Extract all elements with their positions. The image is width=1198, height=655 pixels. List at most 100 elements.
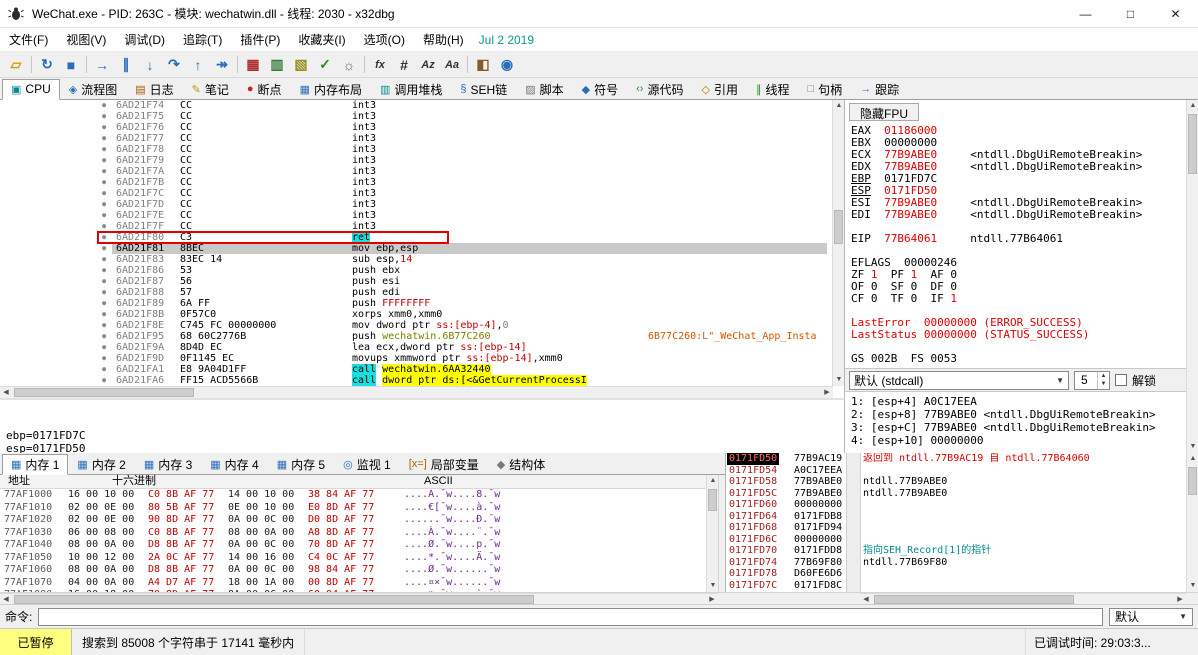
breakpoint-dot[interactable]: ● — [102, 122, 106, 133]
patches-icon[interactable]: ▧ — [289, 54, 313, 76]
scroll-thumb[interactable] — [1188, 467, 1197, 495]
disasm-row[interactable]: ●6AD21F79CCint3 — [0, 155, 833, 166]
register-line[interactable]: EDI 77B9ABE0 <ntdll.DbgUiRemoteBreakin> — [851, 209, 1185, 221]
assemble-icon[interactable]: Aa — [440, 54, 464, 76]
memory-map-icon[interactable]: ▥ — [265, 54, 289, 76]
minimize-button[interactable]: — — [1063, 0, 1108, 28]
breakpoint-dot[interactable]: ● — [102, 298, 106, 309]
breakpoint-dot[interactable]: ● — [102, 364, 106, 375]
fx-icon[interactable]: fx — [368, 54, 392, 76]
argument-line[interactable]: 4: [esp+10] 00000000 — [851, 434, 1180, 447]
scroll-thumb[interactable] — [1188, 114, 1197, 174]
dump-row[interactable]: 77AF102002 00 0E 0090 8D AF 770A 00 0C 0… — [0, 514, 706, 527]
tab-graph[interactable]: ◈流程图 — [60, 79, 126, 100]
breakpoint-dot[interactable]: ● — [102, 188, 106, 199]
disasm-row[interactable]: ●6AD21F7ACCint3 — [0, 166, 833, 177]
argument-line[interactable]: 1: [esp+4] A0C17EEA — [851, 395, 1180, 408]
unlock-checkbox[interactable] — [1115, 374, 1127, 386]
detach-icon[interactable]: ◧ — [471, 54, 495, 76]
disasm-row[interactable]: ●6AD21F8EC745 FC 00000000mov dword ptr s… — [0, 320, 833, 331]
breakpoint-dot[interactable]: ● — [102, 276, 106, 287]
disasm-row[interactable]: ●6AD21F75CCint3 — [0, 111, 833, 122]
disasm-row[interactable]: ●6AD21F80C3ret — [0, 232, 833, 243]
stack-row[interactable]: 0171FD6C00000000 — [726, 534, 1187, 546]
tab-watch-1[interactable]: ◎监视 1 — [334, 454, 400, 475]
stack-row[interactable]: 0171FD54A0C17EEA — [726, 465, 1187, 477]
scroll-thumb[interactable] — [834, 210, 843, 244]
stack-pane[interactable]: 0171FD5077B9AC19返回到 ntdll.77B9AC19 自 ntd… — [725, 453, 1198, 592]
step-into-icon[interactable]: ↓ — [138, 54, 162, 76]
stack-row[interactable]: 0171FD5877B9ABE0ntdll.77B9ABE0 — [726, 476, 1187, 488]
stack-row[interactable]: 0171FD640171FDB8 — [726, 511, 1187, 523]
disasm-row[interactable]: ●6AD21F896A FFpush FFFFFFFF — [0, 298, 833, 309]
registers-vertical-scrollbar[interactable]: ▲ ▼ — [1186, 100, 1198, 453]
scroll-down-icon[interactable]: ▼ — [1187, 441, 1198, 453]
breakpoint-dot[interactable]: ● — [102, 199, 106, 210]
close-button[interactable]: ✕ — [1153, 0, 1198, 28]
register-line[interactable]: EIP 77B64061 ntdll.77B64061 — [851, 233, 1185, 245]
dump-row[interactable]: 77AF105010 00 12 002A 0C AF 7714 00 16 0… — [0, 552, 706, 565]
tab-references[interactable]: ◇引用 — [692, 79, 746, 100]
pane-splitter[interactable] — [718, 475, 725, 592]
tab-trace[interactable]: →跟踪 — [851, 79, 908, 100]
disasm-row[interactable]: ●6AD21F74CCint3 — [0, 100, 833, 111]
breakpoint-dot[interactable]: ● — [102, 144, 106, 155]
open-file-icon[interactable]: ▱ — [4, 54, 28, 76]
breakpoint-dot[interactable]: ● — [102, 353, 106, 364]
breakpoint-dot[interactable]: ● — [102, 133, 106, 144]
pause-icon[interactable]: ∥ — [114, 54, 138, 76]
tab-seh-chain[interactable]: §SEH链 — [451, 79, 516, 100]
stop-icon[interactable]: ■ — [59, 54, 83, 76]
scroll-down-icon[interactable]: ▼ — [833, 374, 845, 386]
step-over-icon[interactable]: ↷ — [162, 54, 186, 76]
breakpoint-dot[interactable]: ● — [102, 254, 106, 265]
stack-vertical-scrollbar[interactable]: ▲ ▼ — [1186, 453, 1198, 592]
calling-convention-select[interactable]: 默认 (stdcall) ▼ — [849, 371, 1069, 390]
dump-row[interactable]: 77AF101002 00 0E 0080 5B AF 770E 00 10 0… — [0, 502, 706, 515]
trace-icon[interactable]: ▦ — [241, 54, 265, 76]
tab-notes[interactable]: ✎笔记 — [183, 79, 238, 100]
breakpoint-dot[interactable]: ● — [102, 111, 106, 122]
hash-icon[interactable]: # — [392, 54, 416, 76]
hide-fpu-button[interactable]: 隐藏FPU — [849, 103, 919, 121]
restart-icon[interactable]: ↻ — [35, 54, 59, 76]
scroll-down-icon[interactable]: ▼ — [1187, 580, 1198, 592]
tab-locals[interactable]: [x=]局部变量 — [400, 454, 488, 475]
menu-item[interactable]: 视图(V) — [57, 28, 115, 51]
disasm-row[interactable]: ●6AD21F7ECCint3 — [0, 210, 833, 221]
stack-row[interactable]: 0171FD680171FD94 — [726, 522, 1187, 534]
breakpoint-dot[interactable]: ● — [102, 375, 106, 386]
tab-memory-map[interactable]: ▦内存布局 — [291, 79, 371, 100]
breakpoint-dot[interactable]: ● — [102, 155, 106, 166]
stack-splitter[interactable] — [846, 453, 861, 592]
disasm-row[interactable]: ●6AD21F7DCCint3 — [0, 199, 833, 210]
run-icon[interactable]: → — [90, 54, 114, 76]
disasm-row[interactable]: ●6AD21F8653push ebx — [0, 265, 833, 276]
stepper-arrows-icon[interactable]: ▲▼ — [1097, 372, 1109, 389]
disasm-row[interactable]: ●6AD21F9568 60C2776Bpush wechatwin.6B77C… — [0, 331, 833, 342]
menu-item[interactable]: 选项(O) — [355, 28, 414, 51]
breakpoint-dot[interactable]: ● — [102, 342, 106, 353]
disasm-row[interactable]: ●6AD21F8756push esi — [0, 276, 833, 287]
breakpoint-dot[interactable]: ● — [102, 166, 106, 177]
menu-item[interactable]: 文件(F) — [0, 28, 57, 51]
tab-call-stack[interactable]: ▥调用堆栈 — [371, 79, 451, 100]
disasm-row[interactable]: ●6AD21F78CCint3 — [0, 144, 833, 155]
tab-symbols[interactable]: ◆符号 — [573, 79, 627, 100]
scroll-thumb[interactable] — [14, 595, 534, 604]
scroll-up-icon[interactable]: ▲ — [833, 100, 845, 112]
command-profile-select[interactable]: 默认 ▼ — [1109, 608, 1193, 626]
disasm-row[interactable]: ●6AD21F9A8D4D EClea ecx,dword ptr ss:[eb… — [0, 342, 833, 353]
disasm-row[interactable]: ●6AD21F7BCCint3 — [0, 177, 833, 188]
stack-row[interactable]: 0171FD7C0171FD8C — [726, 580, 1187, 592]
register-line[interactable]: LastStatus 00000000 (STATUS_SUCCESS) — [851, 329, 1185, 341]
stack-row[interactable]: 0171FD7477B69F80ntdll.77B69F80 — [726, 557, 1187, 569]
stack-row[interactable]: 0171FD78D60FE6D6 — [726, 568, 1187, 580]
breakpoint-dot[interactable]: ● — [102, 331, 106, 342]
menu-item[interactable]: 调试(D) — [115, 28, 174, 51]
disasm-row[interactable]: ●6AD21F9D0F1145 ECmovups xmmword ptr ss:… — [0, 353, 833, 364]
argument-line[interactable]: 3: [esp+C] 77B9ABE0 <ntdll.DbgUiRemoteBr… — [851, 421, 1180, 434]
stack-row[interactable]: 0171FD6000000000 — [726, 499, 1187, 511]
tab-struct[interactable]: ◆结构体 — [488, 454, 554, 475]
menu-item[interactable]: 插件(P) — [231, 28, 289, 51]
